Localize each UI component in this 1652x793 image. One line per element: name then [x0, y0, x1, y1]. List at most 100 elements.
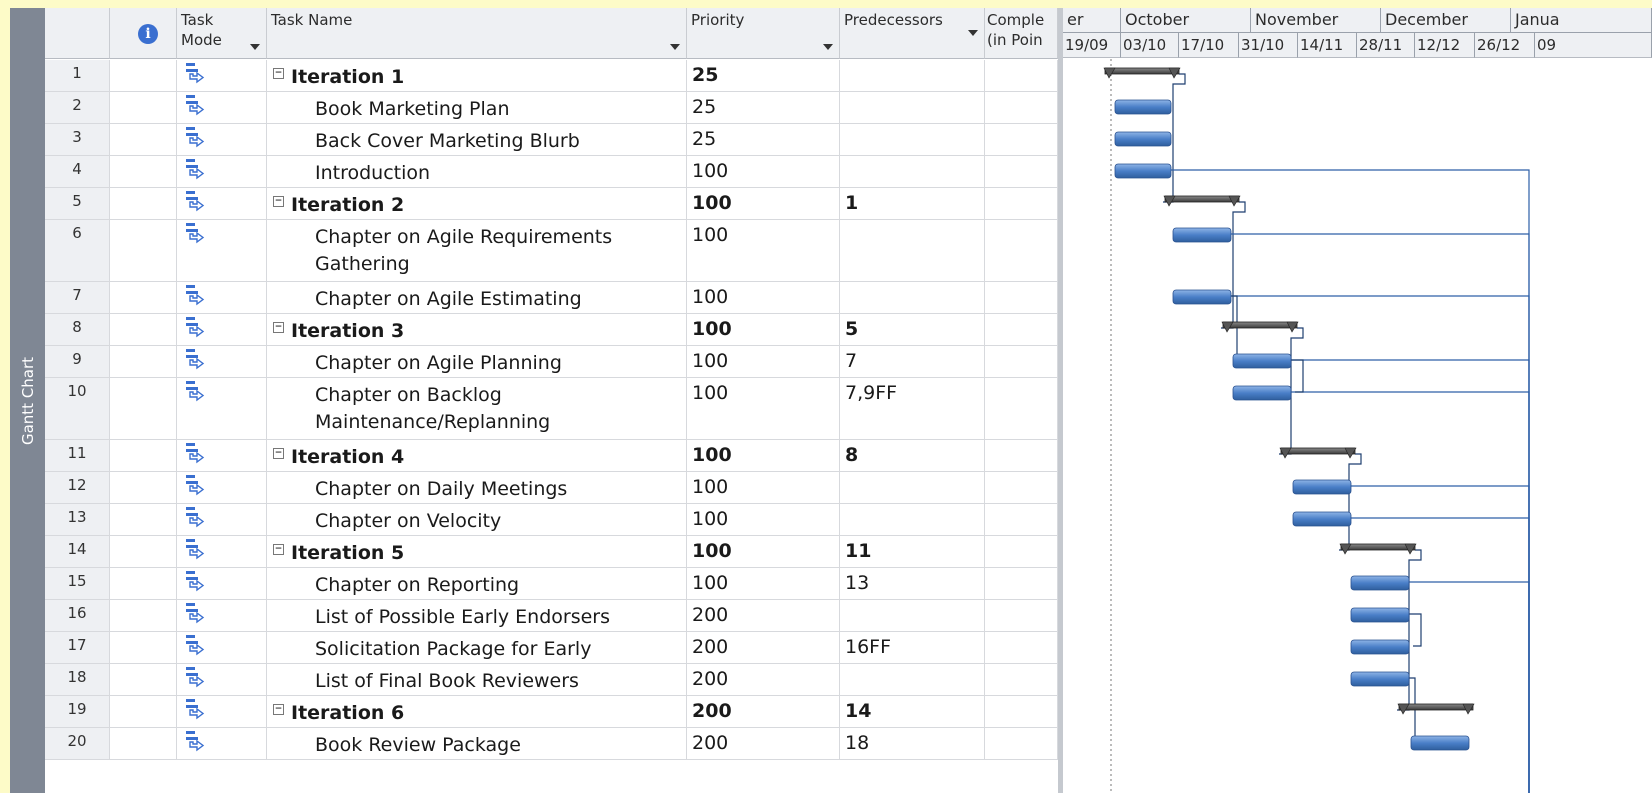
predecessors-cell[interactable]: 5: [840, 314, 985, 346]
row-number[interactable]: 5: [45, 188, 110, 220]
completion-cell[interactable]: [985, 664, 1058, 696]
task-mode-cell[interactable]: [177, 124, 267, 156]
indicator-cell[interactable]: [110, 472, 177, 504]
completion-cell[interactable]: [985, 504, 1058, 536]
task-mode-header[interactable]: Task Mode: [177, 8, 267, 59]
indicator-cell[interactable]: [110, 124, 177, 156]
task-mode-cell[interactable]: [177, 60, 267, 92]
priority-filter-icon[interactable]: [823, 44, 833, 50]
summary-task-row[interactable]: 8 − Iteration 3 100 5: [45, 314, 1058, 346]
collapse-toggle-icon[interactable]: −: [273, 448, 284, 459]
predecessors-cell[interactable]: [840, 124, 985, 156]
completion-cell[interactable]: [985, 314, 1058, 346]
indicator-cell[interactable]: [110, 378, 177, 440]
priority-cell[interactable]: 200: [687, 600, 840, 632]
task-row[interactable]: 15 Chapter on Reporting 100 13: [45, 568, 1058, 600]
row-number[interactable]: 19: [45, 696, 110, 728]
priority-cell[interactable]: 100: [687, 440, 840, 472]
completion-cell[interactable]: [985, 696, 1058, 728]
task-mode-cell[interactable]: [177, 696, 267, 728]
task-name-cell[interactable]: − Iteration 1: [267, 60, 687, 92]
task-name-cell[interactable]: − Iteration 6: [267, 696, 687, 728]
row-number[interactable]: 9: [45, 346, 110, 378]
indicator-cell[interactable]: [110, 536, 177, 568]
indicator-cell[interactable]: [110, 92, 177, 124]
task-mode-cell[interactable]: [177, 504, 267, 536]
indicator-cell[interactable]: [110, 696, 177, 728]
task-mode-cell[interactable]: [177, 220, 267, 282]
task-name-filter-icon[interactable]: [670, 44, 680, 50]
collapse-toggle-icon[interactable]: −: [273, 704, 284, 715]
completion-cell[interactable]: [985, 220, 1058, 282]
indicator-cell[interactable]: [110, 188, 177, 220]
row-number[interactable]: 16: [45, 600, 110, 632]
indicator-cell[interactable]: [110, 728, 177, 760]
predecessors-filter-icon[interactable]: [968, 30, 978, 36]
predecessors-cell[interactable]: [840, 92, 985, 124]
view-bar[interactable]: Gantt Chart: [10, 8, 45, 793]
row-number[interactable]: 2: [45, 92, 110, 124]
completion-cell[interactable]: [985, 346, 1058, 378]
predecessors-cell[interactable]: [840, 600, 985, 632]
priority-cell[interactable]: 100: [687, 536, 840, 568]
indicator-cell[interactable]: [110, 568, 177, 600]
completion-cell[interactable]: [985, 472, 1058, 504]
indicator-cell[interactable]: [110, 314, 177, 346]
predecessors-cell[interactable]: [840, 472, 985, 504]
task-mode-cell[interactable]: [177, 314, 267, 346]
summary-task-row[interactable]: 14− Iteration 5 100 11: [45, 536, 1058, 568]
task-mode-cell[interactable]: [177, 664, 267, 696]
task-row[interactable]: 18 List of Final Book Reviewers 200: [45, 664, 1058, 696]
row-number[interactable]: 12: [45, 472, 110, 504]
completion-cell[interactable]: [985, 440, 1058, 472]
predecessors-cell[interactable]: 16FF: [840, 632, 985, 664]
collapse-toggle-icon[interactable]: −: [273, 68, 284, 79]
task-row[interactable]: 20 Book Review Package 200 18: [45, 728, 1058, 760]
completion-cell[interactable]: [985, 60, 1058, 92]
task-name-cell[interactable]: − Iteration 4: [267, 440, 687, 472]
indicator-cell[interactable]: [110, 600, 177, 632]
priority-cell[interactable]: 100: [687, 282, 840, 314]
completion-cell[interactable]: [985, 728, 1058, 760]
task-name-cell[interactable]: List of Final Book Reviewers: [267, 664, 687, 696]
row-number[interactable]: 10: [45, 378, 110, 440]
priority-header[interactable]: Priority: [687, 8, 840, 59]
completion-cell[interactable]: [985, 282, 1058, 314]
task-mode-filter-icon[interactable]: [250, 44, 260, 50]
task-name-cell[interactable]: Chapter on Reporting: [267, 568, 687, 600]
predecessors-cell[interactable]: 13: [840, 568, 985, 600]
row-number[interactable]: 20: [45, 728, 110, 760]
task-mode-cell[interactable]: [177, 92, 267, 124]
summary-task-row[interactable]: 1− Iteration 1 25: [45, 60, 1058, 92]
priority-cell[interactable]: 200: [687, 728, 840, 760]
task-name-cell[interactable]: − Iteration 3: [267, 314, 687, 346]
task-mode-cell[interactable]: [177, 378, 267, 440]
row-number[interactable]: 8: [45, 314, 110, 346]
predecessors-cell[interactable]: [840, 504, 985, 536]
summary-task-row[interactable]: 11− Iteration 4 100 8: [45, 440, 1058, 472]
completion-cell[interactable]: [985, 92, 1058, 124]
task-row[interactable]: 6 Chapter on Agile Requirements Gathering…: [45, 220, 1058, 282]
priority-cell[interactable]: 100: [687, 314, 840, 346]
row-number[interactable]: 18: [45, 664, 110, 696]
task-name-cell[interactable]: Chapter on Agile Estimating: [267, 282, 687, 314]
task-name-cell[interactable]: − Iteration 2: [267, 188, 687, 220]
row-number[interactable]: 17: [45, 632, 110, 664]
task-mode-cell[interactable]: [177, 568, 267, 600]
indicator-cell[interactable]: [110, 156, 177, 188]
task-row[interactable]: 2 Book Marketing Plan 25: [45, 92, 1058, 124]
task-row[interactable]: 7 Chapter on Agile Estimating 100: [45, 282, 1058, 314]
task-name-cell[interactable]: Chapter on Agile Requirements Gathering: [267, 220, 687, 282]
priority-cell[interactable]: 200: [687, 696, 840, 728]
completion-cell[interactable]: [985, 188, 1058, 220]
task-name-cell[interactable]: Book Review Package: [267, 728, 687, 760]
predecessors-cell[interactable]: [840, 220, 985, 282]
task-row[interactable]: 10 Chapter on Backlog Maintenance/Replann…: [45, 378, 1058, 440]
row-number[interactable]: 3: [45, 124, 110, 156]
task-name-cell[interactable]: List of Possible Early Endorsers: [267, 600, 687, 632]
row-number[interactable]: 11: [45, 440, 110, 472]
task-mode-cell[interactable]: [177, 188, 267, 220]
task-row[interactable]: 17 Solicitation Package for Early Endorse…: [45, 632, 1058, 664]
task-row[interactable]: 9 Chapter on Agile Planning 100 7: [45, 346, 1058, 378]
indicator-cell[interactable]: [110, 60, 177, 92]
